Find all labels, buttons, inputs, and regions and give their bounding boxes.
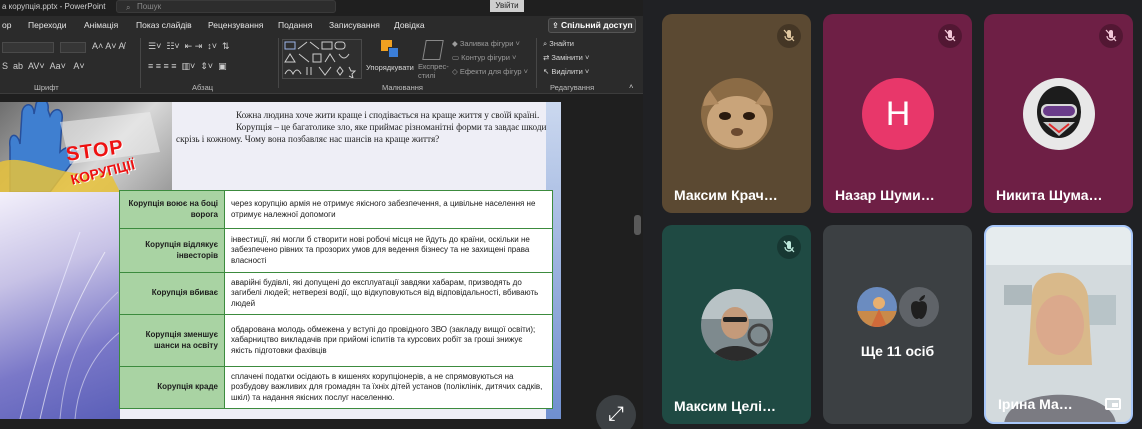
row-label: Корупція вбиває [119, 272, 225, 315]
shapes-gallery[interactable] [282, 39, 362, 79]
group-font: Шрифт [34, 83, 59, 92]
mic-off-icon [777, 235, 801, 259]
shape-effects-button[interactable]: ◇ Ефекти для фігур ˅ [452, 67, 528, 76]
row-label: Корупція воює на боці ворога [119, 190, 225, 229]
title-bar: а корупція.pptx - PowerPoint ⌕ Пошук Уві… [0, 0, 643, 14]
avatar-initial: Н [862, 78, 934, 150]
expand-icon[interactable]: ⤢ [596, 395, 636, 429]
mic-off-icon [1099, 24, 1123, 48]
stop-corruption-image: STOP КОРУПЦІЇ [0, 102, 172, 192]
participant-name: Ірина Ма… [998, 396, 1073, 412]
vertical-scrollbar[interactable] [633, 95, 643, 429]
group-drawing: Малювання [382, 83, 423, 92]
apple-avatar-icon [897, 285, 941, 329]
slide-intro-text: Кожна людина хоче жити краще і сподіваєт… [176, 110, 554, 145]
signin-button[interactable]: Увійти [490, 0, 524, 12]
row-text: інвестиції, які могли б створити нові ро… [224, 228, 553, 273]
tab-review[interactable]: Рецензування [208, 20, 263, 30]
row-label: Корупція зменшує шанси на освіту [119, 314, 225, 367]
group-editing: Редагування [550, 83, 595, 92]
tab-slideshow[interactable]: Показ слайдів [136, 20, 192, 30]
group-paragraph: Абзац [192, 83, 214, 92]
search-placeholder: Пошук [137, 2, 162, 11]
tab-record[interactable]: Записування [329, 20, 380, 30]
tab-transitions[interactable]: Переходи [28, 20, 67, 30]
table-row: Корупція вбиває аварійні будівлі, які до… [119, 272, 553, 315]
replace-button[interactable]: ⇄ Замінити ˅ [543, 53, 589, 62]
participant-tile[interactable]: Максим Крач… [662, 14, 811, 213]
participant-tile-active[interactable]: Ірина Ма… [984, 225, 1133, 424]
tab-animations[interactable]: Анімація [84, 20, 118, 30]
slide-editor: STOP КОРУПЦІЇ Кожна людина хоче жити кра… [0, 95, 643, 429]
mic-off-icon [938, 24, 962, 48]
intro-paragraph-2: Корупція – це багатолике зло, яке прийма… [176, 121, 547, 144]
select-button[interactable]: ↖ Виділити ˅ [543, 67, 589, 76]
shape-outline-button[interactable]: ▭ Контур фігури ˅ [452, 53, 516, 62]
arrange-icon [381, 40, 401, 60]
corruption-table: Корупція воює на боці ворога через коруп… [119, 190, 553, 409]
menu-bar: ор Переходи Анімація Показ слайдів Рецен… [0, 16, 643, 36]
avatar [1023, 78, 1095, 150]
align-buttons[interactable]: ≡ ≡ ≡ ≡ ▥˅ ⇕˅ ▣ [148, 61, 227, 72]
ribbon-divider [536, 38, 537, 88]
participant-tile[interactable]: Никита Шума… [984, 14, 1133, 213]
quick-styles-button[interactable]: Експрес-стилі [418, 62, 449, 80]
slide-left-decoration [0, 192, 121, 419]
avatar [855, 285, 899, 329]
avatar [701, 78, 773, 150]
tab-design[interactable]: ор [2, 20, 11, 30]
search-box[interactable]: ⌕ Пошук [116, 0, 336, 13]
more-count-label: Ще 11 осіб [860, 343, 935, 359]
ribbon-divider [140, 38, 141, 88]
grass-decoration-icon [19, 231, 121, 419]
table-row: Корупція краде сплачені податки осідають… [119, 366, 553, 409]
list-buttons[interactable]: ☰˅ ☷˅ ⇤ ⇥ ↕˅ ⇅ [148, 41, 230, 52]
participant-name: Никита Шума… [996, 187, 1103, 203]
video-feed [986, 227, 1131, 422]
participant-tile[interactable]: Н Назар Шуми… [823, 14, 972, 213]
quick-styles-icon [422, 40, 444, 60]
collapse-ribbon-icon[interactable]: ˄ [629, 82, 633, 91]
row-text: сплачені податки осідають в кишенях кору… [224, 366, 553, 409]
scrollbar-thumb[interactable] [634, 215, 641, 235]
window-title: а корупція.pptx - PowerPoint [2, 2, 106, 11]
shared-screen-powerpoint: а корупція.pptx - PowerPoint ⌕ Пошук Уві… [0, 0, 643, 429]
font-size-buttons[interactable]: A˄ A˅ A̸ [92, 41, 125, 51]
table-row: Корупція відлякує інвесторів інвестиції,… [119, 228, 553, 273]
more-participants-tile[interactable]: Ще 11 осіб [823, 225, 972, 424]
share-label: Спільний доступ [561, 20, 633, 30]
participant-name: Максим Крач… [674, 187, 778, 203]
intro-paragraph-1: Кожна людина хоче жити краще і сподіваєт… [236, 110, 540, 120]
tab-view[interactable]: Подання [278, 20, 312, 30]
shape-fill-button[interactable]: ◆ Заливка фігури ˅ [452, 39, 520, 48]
participant-tile[interactable]: Максим Целі… [662, 225, 811, 424]
desktop: а корупція.pptx - PowerPoint ⌕ Пошук Уві… [0, 0, 1142, 429]
table-row: Корупція воює на боці ворога через коруп… [119, 190, 553, 229]
font-name-field[interactable] [2, 42, 54, 53]
picture-in-picture-icon[interactable] [1105, 398, 1121, 410]
ribbon: A˄ A˅ A̸ S ab AV˅ Aa˅ A˅ Шрифт ☰˅ ☷˅ ⇤ ⇥… [0, 36, 643, 94]
row-label: Корупція краде [119, 366, 225, 409]
ribbon-divider [278, 38, 279, 88]
font-size-field[interactable] [60, 42, 86, 53]
shapes-icon [284, 41, 357, 79]
row-text: обдарована молодь обмежена у вступі до п… [224, 314, 553, 367]
share-icon: ⇪ [552, 21, 559, 30]
font-format-buttons[interactable]: S ab AV˅ Aa˅ A˅ [2, 61, 85, 71]
row-label: Корупція відлякує інвесторів [119, 228, 225, 273]
participant-name: Назар Шуми… [835, 187, 935, 203]
arrange-button[interactable]: Упорядкувати [366, 63, 414, 72]
row-text: аварійні будівлі, які допущені до експлу… [224, 272, 553, 315]
tab-help[interactable]: Довідка [394, 20, 425, 30]
search-icon: ⌕ [126, 3, 131, 12]
avatar [701, 289, 773, 361]
participant-name: Максим Целі… [674, 398, 777, 414]
find-button[interactable]: ⌕ Знайти [543, 39, 574, 49]
mic-off-icon [777, 24, 801, 48]
share-button[interactable]: ⇪ Спільний доступ [548, 18, 636, 33]
slide: STOP КОРУПЦІЇ Кожна людина хоче жити кра… [0, 102, 561, 419]
row-text: через корупцію армія не отримує якісного… [224, 190, 553, 229]
table-row: Корупція зменшує шанси на освіту обдаров… [119, 314, 553, 367]
